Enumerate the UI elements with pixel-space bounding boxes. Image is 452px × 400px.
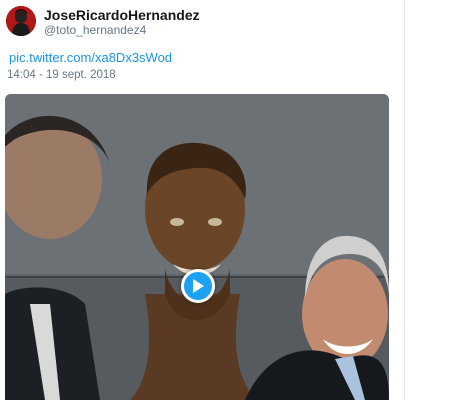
tweet-timestamp[interactable]: 14:04 - 19 sept. 2018 [7,69,116,81]
display-name[interactable]: JoseRicardoHernandez [44,7,200,23]
avatar-icon [6,6,36,36]
tweet-card: JoseRicardoHernandez @toto_hernandez4 pi… [0,0,405,400]
media-link[interactable]: pic.twitter.com/xa8Dx3sWod [9,50,172,65]
user-handle[interactable]: @toto_hernandez4 [44,23,146,37]
play-icon [193,279,204,293]
play-button[interactable] [181,269,215,303]
video-thumbnail[interactable] [5,94,389,400]
avatar[interactable] [6,6,36,36]
video-frame-image [5,94,389,400]
